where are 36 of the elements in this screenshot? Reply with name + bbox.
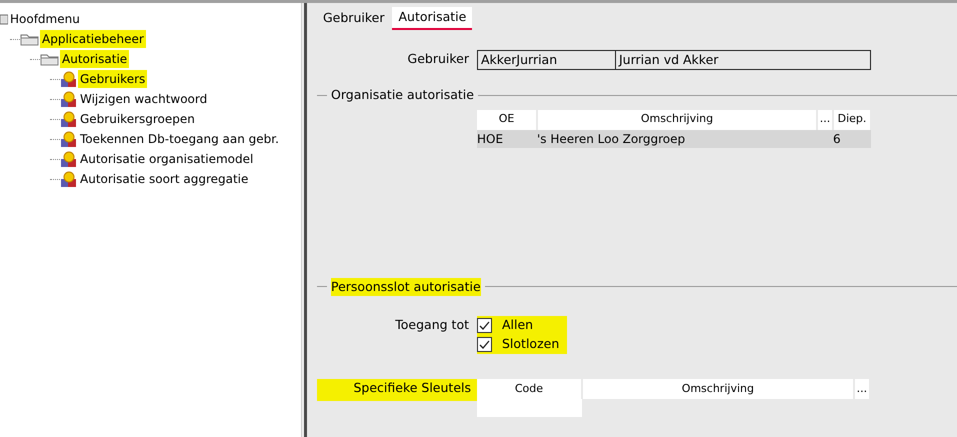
tree-item[interactable]: Applicatiebeheer (40, 30, 146, 48)
column-header[interactable]: ... (817, 110, 833, 130)
column-header[interactable]: Code (477, 379, 582, 400)
field-label: Toegang tot (394, 316, 470, 334)
users-icon (60, 110, 78, 128)
users-icon (60, 130, 78, 148)
checkbox-label: Slotlozen (502, 335, 560, 354)
field-label: Specifieke Sleutels (317, 379, 477, 402)
table-cell: 's Heeren Loo Zorggroep (537, 132, 686, 146)
column-header[interactable]: Omschrijving (582, 379, 854, 400)
users-icon (60, 70, 78, 88)
tree-item[interactable]: Autorisatie (60, 50, 130, 68)
column-header[interactable]: OE (477, 110, 537, 130)
users-icon (60, 170, 78, 188)
tree-item[interactable]: Autorisatie soort aggregatie (78, 170, 250, 188)
tree-item[interactable]: Hoofdmenu (8, 10, 82, 28)
users-icon (60, 150, 78, 168)
checkbox-label: Allen (502, 316, 534, 334)
tab[interactable]: Autorisatie (392, 7, 472, 30)
checkbox[interactable] (477, 337, 492, 352)
table-cell: HOE (477, 132, 504, 146)
user-code-field[interactable]: AkkerJurrian (477, 50, 616, 70)
tree-item[interactable]: Wijzigen wachtwoord (78, 90, 210, 108)
column-header[interactable]: Diep. (833, 110, 871, 130)
table-cell: 6 (833, 132, 841, 146)
tree-item[interactable]: Autorisatie organisatiemodel (78, 150, 256, 168)
user-name-field[interactable]: Jurrian vd Akker (616, 50, 871, 70)
tree-item[interactable]: Gebruikersgroepen (78, 110, 197, 128)
tree-item[interactable]: Toekennen Db-toegang aan gebr. (78, 130, 281, 148)
section-title: Persoonsslot autorisatie (331, 278, 481, 296)
tree-item[interactable]: Gebruikers (78, 70, 148, 88)
field-label: Gebruiker (406, 50, 470, 68)
section-title: Organisatie autorisatie (331, 86, 474, 104)
users-icon (60, 90, 78, 108)
column-header[interactable]: Omschrijving (537, 110, 817, 130)
checkbox[interactable] (477, 318, 492, 334)
